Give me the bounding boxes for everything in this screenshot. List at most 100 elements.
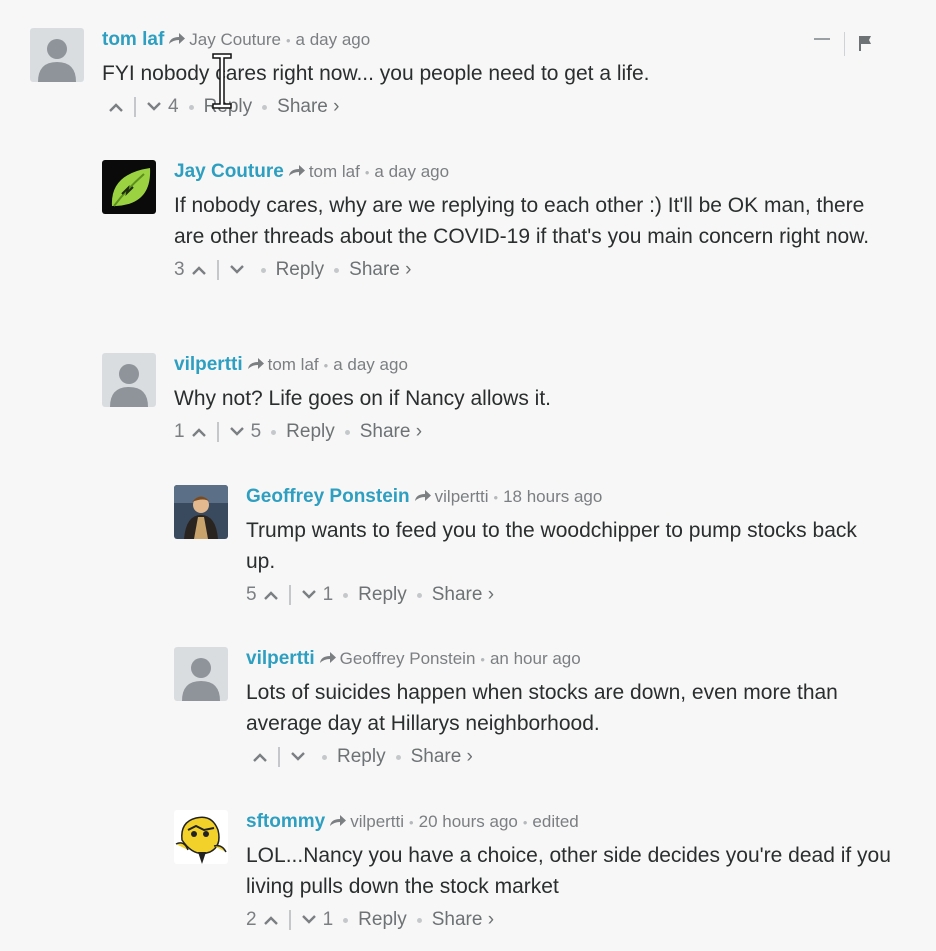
vote-separator <box>278 747 280 767</box>
footer-dot <box>416 917 422 923</box>
reply-arrow-icon <box>169 32 186 44</box>
comment-timestamp[interactable]: 18 hours ago <box>503 487 602 506</box>
photo-avatar-icon <box>174 485 228 539</box>
cartoon-avatar-icon <box>174 810 228 864</box>
footer-dot <box>322 754 327 760</box>
comment-header: vilpertti tom laf • a day ago <box>174 353 894 377</box>
upvote-button[interactable]: 5 <box>246 582 279 608</box>
comment-body: vilpertti Geoffrey Ponstein • an hour ago L… <box>246 647 936 770</box>
author-name[interactable]: vilpertti <box>246 648 315 669</box>
author-name[interactable]: vilpertti <box>174 354 243 375</box>
comment-timestamp[interactable]: a day ago <box>296 30 371 49</box>
comment-timestamp[interactable]: a day ago <box>333 355 408 374</box>
downvote-button[interactable]: 1 <box>301 907 334 933</box>
downvote-button[interactable]: 4 <box>146 94 179 120</box>
text-cursor-icon <box>212 53 232 109</box>
upvote-button[interactable] <box>102 102 124 112</box>
author-name[interactable]: Jay Couture <box>174 161 284 182</box>
downvote-icon <box>301 590 316 599</box>
comment-text: If nobody cares, why are we replying to … <box>174 194 870 248</box>
downvote-count: 1 <box>322 909 334 930</box>
avatar[interactable] <box>102 353 156 407</box>
default-avatar-icon <box>174 647 228 701</box>
parent-author-link[interactable]: Geoffrey Ponstein <box>340 649 476 668</box>
footer-dot <box>262 104 268 110</box>
comment-header: sftommy vilpertti • 20 hours ago • edited <box>246 810 936 834</box>
upvote-button[interactable] <box>246 752 268 762</box>
upvote-count: 3 <box>174 259 185 280</box>
share-button[interactable]: Share › <box>432 907 494 933</box>
share-button[interactable]: Share › <box>349 257 411 283</box>
comment-body: vilpertti tom laf • a day ago Why not? Life… <box>174 353 894 445</box>
green-leaf-avatar-icon <box>102 160 156 214</box>
comment-timestamp[interactable]: an hour ago <box>490 649 581 668</box>
footer-dot <box>344 429 350 435</box>
upvote-button[interactable]: 3 <box>174 257 207 283</box>
upvote-count: 1 <box>174 421 185 442</box>
comment-header: Jay Couture tom laf • a day ago <box>174 160 894 184</box>
upvote-icon <box>191 428 206 437</box>
comment-footer: 1 5 Reply Share › <box>174 419 894 445</box>
comment-body: sftommy vilpertti • 20 hours ago • edited LOL… <box>246 810 936 933</box>
minimize-icon[interactable] <box>814 38 830 40</box>
author-name[interactable]: sftommy <box>246 811 325 832</box>
upvote-button[interactable]: 1 <box>174 419 207 445</box>
reply-button[interactable]: Reply <box>286 419 335 445</box>
avatar[interactable] <box>174 647 228 701</box>
upvote-icon <box>263 916 278 925</box>
downvote-button[interactable] <box>290 752 312 762</box>
share-button[interactable]: Share › <box>432 582 494 608</box>
comment-footer: 5 1 Reply Share › <box>246 582 936 608</box>
upvote-icon <box>263 591 278 600</box>
share-button[interactable]: Share › <box>411 744 473 770</box>
downvote-button[interactable]: 1 <box>301 582 334 608</box>
avatar[interactable] <box>30 28 84 82</box>
comment-header: Geoffrey Ponstein vilpertti • 18 hours ago <box>246 485 936 509</box>
downvote-button[interactable] <box>229 265 251 275</box>
comment-timestamp[interactable]: a day ago <box>374 162 449 181</box>
upvote-button[interactable]: 2 <box>246 907 279 933</box>
reply-arrow-icon <box>330 814 347 826</box>
avatar[interactable] <box>174 485 228 539</box>
downvote-button[interactable]: 5 <box>229 419 262 445</box>
comment-text: LOL...Nancy you have a choice, other sid… <box>246 844 891 898</box>
reply-button[interactable]: Reply <box>358 907 407 933</box>
footer-dot <box>416 592 422 598</box>
parent-author-link[interactable]: tom laf <box>309 162 360 181</box>
meta-bullet: • <box>522 815 528 830</box>
comment-text: Lots of suicides happen when stocks are … <box>246 681 838 735</box>
share-button[interactable]: Share › <box>277 94 339 120</box>
footer-dot <box>343 592 349 598</box>
meta-bullet: • <box>285 33 291 48</box>
parent-author-link[interactable]: tom laf <box>268 355 319 374</box>
comment-controls <box>814 32 884 60</box>
comment-footer: 2 1 Reply Share › <box>246 907 936 933</box>
downvote-count: 4 <box>168 96 179 117</box>
default-avatar-icon <box>30 28 84 82</box>
parent-author-link[interactable]: Jay Couture <box>189 30 281 49</box>
flag-icon[interactable] <box>858 35 872 51</box>
comment-timestamp[interactable]: 20 hours ago <box>419 812 518 831</box>
parent-author-link[interactable]: vilpertti <box>435 487 489 506</box>
reply-button[interactable]: Reply <box>337 744 386 770</box>
meta-bullet: • <box>364 165 370 180</box>
avatar[interactable] <box>174 810 228 864</box>
meta-bullet: • <box>409 815 414 830</box>
footer-dot <box>271 429 277 435</box>
footer-dot <box>260 267 266 273</box>
author-name[interactable]: Geoffrey Ponstein <box>246 486 410 507</box>
reply-arrow-icon <box>247 357 264 369</box>
reply-arrow-icon <box>414 489 431 501</box>
reply-button[interactable]: Reply <box>276 257 325 283</box>
parent-author-link[interactable]: vilpertti <box>350 812 404 831</box>
vote-separator <box>216 260 219 280</box>
downvote-count: 1 <box>322 584 334 605</box>
footer-dot <box>188 104 194 110</box>
share-button[interactable]: Share › <box>360 419 422 445</box>
avatar[interactable] <box>102 160 156 214</box>
footer-dot <box>334 267 340 273</box>
downvote-count: 5 <box>250 421 262 442</box>
meta-bullet: • <box>493 490 499 505</box>
reply-button[interactable]: Reply <box>358 582 407 608</box>
author-name[interactable]: tom laf <box>102 29 164 50</box>
